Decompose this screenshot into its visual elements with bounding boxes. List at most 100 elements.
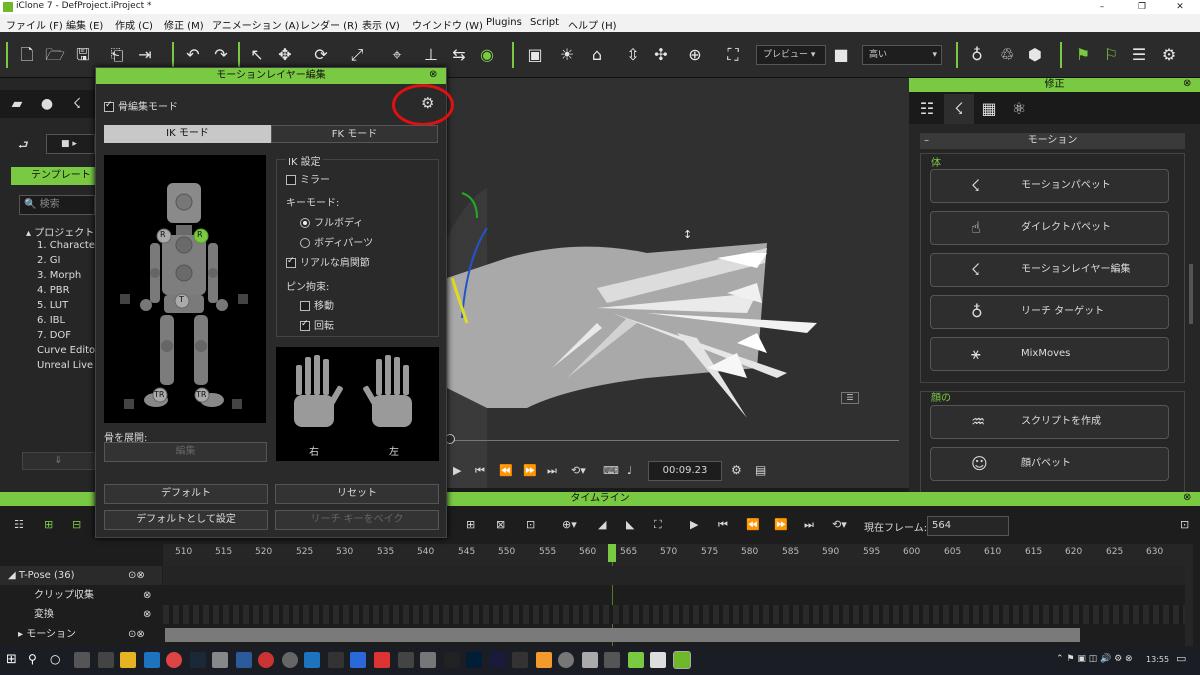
notification-icon[interactable]: ▭ bbox=[1176, 652, 1186, 665]
file-explorer-icon[interactable] bbox=[120, 652, 136, 668]
menu-modify[interactable]: 修正 (M) bbox=[164, 17, 204, 32]
track-lane[interactable] bbox=[163, 566, 1193, 585]
direct-puppet-button[interactable]: ☝ ダイレクトパペット bbox=[930, 211, 1169, 245]
move-icon[interactable]: ✥ bbox=[274, 44, 296, 66]
snap-icon[interactable]: ⌖ bbox=[386, 44, 408, 66]
go-start-icon[interactable]: ⏮ bbox=[475, 464, 485, 478]
menu-script[interactable]: Script bbox=[530, 17, 559, 28]
steam-icon[interactable] bbox=[190, 652, 206, 668]
taskbar-app-icon[interactable] bbox=[328, 652, 344, 668]
light-icon[interactable]: ☀ bbox=[556, 44, 578, 66]
reset-button[interactable]: リセット bbox=[275, 484, 439, 504]
panel-icon[interactable]: ▤ bbox=[755, 463, 766, 477]
music-note-icon[interactable]: ♩ bbox=[627, 464, 632, 477]
taskbar-app-icon[interactable] bbox=[74, 652, 90, 668]
taskbar-app-icon[interactable] bbox=[512, 652, 528, 668]
track-list-icon[interactable]: ☷ bbox=[14, 518, 24, 531]
tree-item[interactable]: Curve Editor bbox=[37, 345, 99, 356]
taskbar-app-icon[interactable] bbox=[536, 652, 552, 668]
bone-edit-mode-checkbox[interactable]: 骨編集モード bbox=[104, 98, 178, 113]
back-icon[interactable]: ⮐ bbox=[18, 136, 29, 157]
track-remove-icon[interactable]: ⊗ bbox=[143, 605, 151, 624]
remove-icon[interactable]: ⊠ bbox=[496, 518, 505, 531]
go-end-icon[interactable]: ⏭ bbox=[547, 464, 557, 478]
add-track-icon[interactable]: ⊞ bbox=[44, 518, 53, 531]
clock[interactable]: 13:55 bbox=[1146, 655, 1169, 664]
search-icon[interactable]: ⚲ bbox=[28, 652, 37, 666]
motion-puppet-button[interactable]: ☇ モーションパペット bbox=[930, 169, 1169, 203]
next-key-icon[interactable]: ◣ bbox=[626, 518, 634, 531]
taskbar-app-icon[interactable] bbox=[650, 652, 666, 668]
track-remove-icon[interactable]: ⊗ bbox=[143, 586, 151, 605]
tl-settings-icon[interactable]: ⊡ bbox=[1180, 518, 1189, 531]
tree-item[interactable]: 6. IBL bbox=[37, 315, 65, 326]
3d-viewport[interactable]: ↕ ☰ ▶ ⏮ ⏪ ⏩ ⏭ ⟲▾ ⌨ ♩ 00:09.23 ⚙ ▤ bbox=[445, 78, 909, 488]
motion-section-header[interactable]: – モーション bbox=[920, 133, 1185, 149]
visibility-eye-icon[interactable]: ◉ bbox=[476, 44, 498, 66]
time-slider-track[interactable] bbox=[447, 440, 899, 441]
export-icon[interactable]: ⇥ bbox=[134, 44, 156, 66]
taskbar-app-icon[interactable] bbox=[398, 652, 414, 668]
timeline-scrollbar[interactable] bbox=[1185, 544, 1193, 646]
body-parts-radio[interactable]: ボディパーツ bbox=[300, 234, 373, 249]
reach-target-button[interactable]: ♁ リーチ ターゲット bbox=[930, 295, 1169, 329]
atom-icon[interactable]: ⚛ bbox=[1004, 94, 1034, 124]
hand-rig-view[interactable]: 右 左 bbox=[276, 347, 439, 461]
tree-item[interactable]: 3. Morph bbox=[37, 270, 81, 281]
track-clip[interactable]: クリップ収集 ⊗ bbox=[0, 586, 162, 605]
mixmoves-button[interactable]: ⚹ MixMoves bbox=[930, 337, 1169, 371]
taskbar-app-icon[interactable] bbox=[212, 652, 228, 668]
checker-icon[interactable]: ▦ bbox=[974, 94, 1004, 124]
play-icon[interactable]: ▶ bbox=[453, 464, 461, 477]
rewind-icon[interactable]: ⏪ bbox=[499, 464, 513, 477]
reach-icon[interactable]: ♁ bbox=[966, 44, 988, 66]
realistic-joints-checkbox[interactable]: リアルな肩関節 bbox=[286, 254, 370, 269]
apply-icon[interactable]: ⇓ bbox=[22, 452, 95, 470]
preview-dropdown[interactable]: プレビュー ▾ bbox=[756, 45, 826, 65]
scrollbar-thumb[interactable] bbox=[1189, 264, 1193, 324]
mail-icon[interactable] bbox=[144, 652, 160, 668]
undo-icon[interactable]: ↶ bbox=[182, 44, 204, 66]
subtitle-icon[interactable]: ⌨ bbox=[603, 464, 619, 477]
save-icon[interactable]: 🖫 bbox=[72, 44, 94, 66]
right-shoulder-marker[interactable]: R bbox=[160, 230, 168, 239]
taskbar-app-icon[interactable] bbox=[420, 652, 436, 668]
view-icon[interactable]: ⊕ bbox=[684, 44, 706, 66]
align-icon[interactable]: ⊥ bbox=[420, 44, 442, 66]
left-shoulder-marker[interactable]: R bbox=[197, 230, 205, 239]
iclone-active-icon[interactable] bbox=[673, 651, 691, 669]
motion-layer-edit-button[interactable]: ☇ モーションレイヤー編集 bbox=[930, 253, 1169, 287]
folder-icon[interactable]: ▰ bbox=[2, 90, 32, 118]
taskbar-app-icon[interactable] bbox=[604, 652, 620, 668]
tree-item[interactable]: 4. PBR bbox=[37, 285, 70, 296]
tl-play-icon[interactable]: ▶ bbox=[690, 518, 698, 531]
panel-close-icon[interactable]: ⊗ bbox=[1183, 78, 1191, 89]
layout-icon[interactable]: ▣ bbox=[524, 44, 546, 66]
filter-track-icon[interactable]: ⊟ bbox=[72, 518, 81, 531]
transform-icon[interactable]: ⇆ bbox=[448, 44, 470, 66]
scale-icon[interactable]: ⤢ bbox=[346, 44, 368, 66]
motion-clip[interactable] bbox=[165, 628, 1080, 642]
chrome-icon[interactable] bbox=[166, 652, 182, 668]
pelvis-marker[interactable]: T bbox=[179, 295, 187, 304]
minimize-button[interactable]: – bbox=[1082, 0, 1122, 14]
dialog-close-icon[interactable]: ⊗ bbox=[429, 69, 437, 80]
maximize-button[interactable]: ❐ bbox=[1122, 0, 1162, 14]
iclone-taskbar-icon[interactable] bbox=[628, 652, 644, 668]
tree-item[interactable]: 7. DOF bbox=[37, 330, 71, 341]
folder-dropdown[interactable]: ■ ▸ bbox=[46, 134, 95, 154]
menu-help[interactable]: ヘルプ (H) bbox=[568, 17, 617, 32]
left-foot-marker[interactable]: TR bbox=[196, 390, 210, 399]
fit-icon[interactable]: ⛶ bbox=[654, 518, 662, 532]
flag-icon[interactable]: ⚐ bbox=[1100, 44, 1122, 66]
default-button[interactable]: デフォルト bbox=[104, 484, 268, 504]
motion-figure-icon[interactable]: ☇ bbox=[944, 94, 974, 124]
create-script-button[interactable]: ♒ スクリプトを作成 bbox=[930, 405, 1169, 439]
menu-create[interactable]: 作成 (C) bbox=[115, 17, 153, 32]
track-motion[interactable]: ▸ モーション ⊙⊗ bbox=[0, 625, 162, 644]
checklist-icon[interactable]: ☰ bbox=[1128, 44, 1150, 66]
fit-vertical-icon[interactable]: ⇳ bbox=[622, 44, 644, 66]
taskbar-app-icon[interactable] bbox=[304, 652, 320, 668]
menu-file[interactable]: ファイル (F) bbox=[6, 17, 63, 32]
time-display[interactable]: 00:09.23 bbox=[648, 461, 722, 481]
